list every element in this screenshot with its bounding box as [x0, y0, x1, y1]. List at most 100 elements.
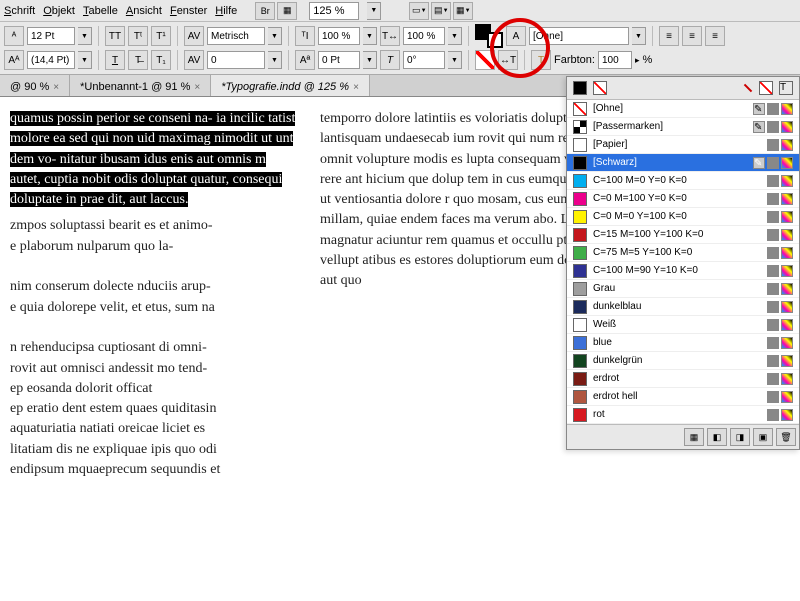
swatch-row[interactable]: C=15 M=100 Y=100 K=0: [567, 226, 799, 244]
swatch-type-icons: [767, 337, 793, 349]
zoom-dropdown[interactable]: ▼: [367, 2, 381, 20]
new-swatch-icon[interactable]: ▣: [753, 428, 773, 446]
swatch-list: [Ohne]✎[Passermarken]✎[Papier][Schwarz]✎…: [567, 100, 799, 424]
skew-dd[interactable]: ▼: [448, 51, 462, 69]
tracking-field[interactable]: 0: [207, 51, 265, 69]
swatch-row[interactable]: dunkelgrün: [567, 352, 799, 370]
align-center-icon[interactable]: ≡: [682, 26, 702, 46]
swatch-type-icons: ✎: [753, 121, 793, 133]
charstyle-field[interactable]: [Ohne]: [529, 27, 629, 45]
color-type-icon: [781, 355, 793, 367]
tab-2[interactable]: *Typografie.indd @ 125 %×: [211, 75, 370, 96]
menu-objekt[interactable]: Objekt: [43, 5, 75, 17]
leading-dd[interactable]: ▼: [78, 51, 92, 69]
menu-schrift[interactable]: SSchriftchrift: [4, 5, 35, 17]
align-left-icon[interactable]: ≡: [659, 26, 679, 46]
bridge-icon[interactable]: Br: [255, 2, 275, 20]
format-container-icon[interactable]: [759, 81, 773, 95]
color-type-icon: [781, 265, 793, 277]
tab-1[interactable]: *Unbenannt-1 @ 91 %×: [70, 75, 211, 96]
menubar: SSchriftchrift Objekt Tabelle Ansicht Fe…: [0, 0, 800, 22]
fill-proxy-icon[interactable]: [573, 81, 587, 95]
text-column-1[interactable]: quamus possin perior se conseni na- ia i…: [0, 97, 310, 601]
stock-icon[interactable]: ▦: [277, 2, 297, 20]
swatch-row[interactable]: Weiß: [567, 316, 799, 334]
align-right-icon[interactable]: ≡: [705, 26, 725, 46]
font-size-dd[interactable]: ▼: [78, 27, 92, 45]
menu-fenster[interactable]: Fenster: [170, 5, 207, 17]
show-process-icon[interactable]: ◧: [707, 428, 727, 446]
tint-arrow[interactable]: ▸: [635, 55, 640, 66]
workspace-icon[interactable]: ▦▼: [453, 2, 473, 20]
kerning-field[interactable]: Metrisch: [207, 27, 265, 45]
swatch-row[interactable]: blue: [567, 334, 799, 352]
swatch-row[interactable]: [Ohne]✎: [567, 100, 799, 118]
skew-field[interactable]: 0°: [403, 51, 445, 69]
color-type-icon: [781, 193, 793, 205]
stroke-proxy-icon[interactable]: [593, 81, 607, 95]
hscale-dd[interactable]: ▼: [448, 27, 462, 45]
subscript-icon[interactable]: T₁: [151, 50, 171, 70]
vscale-dd[interactable]: ▼: [363, 27, 377, 45]
swatch-row[interactable]: C=0 M=0 Y=100 K=0: [567, 208, 799, 226]
swatch-row[interactable]: Grau: [567, 280, 799, 298]
baseline-dd[interactable]: ▼: [363, 51, 377, 69]
swatch-row[interactable]: erdrot: [567, 370, 799, 388]
color-type-icon: [781, 211, 793, 223]
close-icon[interactable]: ×: [194, 82, 200, 93]
color-mode-icon: [767, 193, 779, 205]
swatch-row[interactable]: [Schwarz]✎: [567, 154, 799, 172]
stroke-swatch[interactable]: [487, 32, 503, 48]
swatch-color-chip: [573, 354, 587, 368]
fill-stroke-proxy[interactable]: [475, 24, 503, 48]
charstyle-dd[interactable]: ▼: [632, 27, 646, 45]
swatch-row[interactable]: C=100 M=0 Y=0 K=0: [567, 172, 799, 190]
color-mode-icon: [767, 175, 779, 187]
swatch-type-icons: [767, 373, 793, 385]
strike-icon[interactable]: T̶: [128, 50, 148, 70]
leading-field[interactable]: (14,4 Pt): [27, 51, 75, 69]
screen-mode-icon[interactable]: ▭▼: [409, 2, 429, 20]
smallcaps-icon[interactable]: Tᵗ: [128, 26, 148, 46]
swatch-name: [Schwarz]: [593, 157, 747, 168]
close-icon[interactable]: ×: [53, 82, 59, 93]
menu-ansicht[interactable]: Ansicht: [126, 5, 162, 17]
show-spot-icon[interactable]: ◨: [730, 428, 750, 446]
swatch-type-icons: [767, 175, 793, 187]
menu-hilfe[interactable]: Hilfe: [215, 5, 237, 17]
swatch-name: erdrot hell: [593, 391, 761, 402]
format-text-icon[interactable]: ↔T: [498, 50, 518, 70]
swatch-row[interactable]: [Papier]: [567, 136, 799, 154]
color-mode-icon: [767, 319, 779, 331]
swatch-row[interactable]: [Passermarken]✎: [567, 118, 799, 136]
swatch-row[interactable]: rot: [567, 406, 799, 424]
underline-icon[interactable]: T: [105, 50, 125, 70]
swatch-row[interactable]: erdrot hell: [567, 388, 799, 406]
menu-tabelle[interactable]: Tabelle: [83, 5, 118, 17]
tint-field[interactable]: 100: [598, 51, 632, 69]
swatch-row[interactable]: C=75 M=5 Y=100 K=0: [567, 244, 799, 262]
no-fill-icon[interactable]: [475, 50, 495, 70]
body-text-1[interactable]: zmpos soluptassi bearit es et animo- e p…: [10, 216, 300, 480]
kerning-dd[interactable]: ▼: [268, 27, 282, 45]
hscale-field[interactable]: 100 %: [403, 27, 445, 45]
vscale-field[interactable]: 100 %: [318, 27, 360, 45]
superscript-icon[interactable]: T¹: [151, 26, 171, 46]
tab-0[interactable]: @ 90 %×: [0, 75, 70, 96]
swatch-row[interactable]: C=0 M=100 Y=0 K=0: [567, 190, 799, 208]
selected-text[interactable]: quamus possin perior se conseni na- ia i…: [10, 111, 295, 207]
zoom-field[interactable]: 125 %: [309, 2, 359, 20]
close-icon[interactable]: ×: [353, 82, 359, 93]
swatch-row[interactable]: dunkelblau: [567, 298, 799, 316]
none-icon[interactable]: [744, 84, 752, 92]
tracking-dd[interactable]: ▼: [268, 51, 282, 69]
swatch-type-icons: [767, 319, 793, 331]
show-all-icon[interactable]: ▦: [684, 428, 704, 446]
arrange-icon[interactable]: ▤▼: [431, 2, 451, 20]
allcaps-icon[interactable]: TT: [105, 26, 125, 46]
format-text-icon[interactable]: T: [779, 81, 793, 95]
baseline-field[interactable]: 0 Pt: [318, 51, 360, 69]
delete-swatch-icon[interactable]: 🗑: [776, 428, 796, 446]
font-size-field[interactable]: 12 Pt: [27, 27, 75, 45]
swatch-row[interactable]: C=100 M=90 Y=10 K=0: [567, 262, 799, 280]
